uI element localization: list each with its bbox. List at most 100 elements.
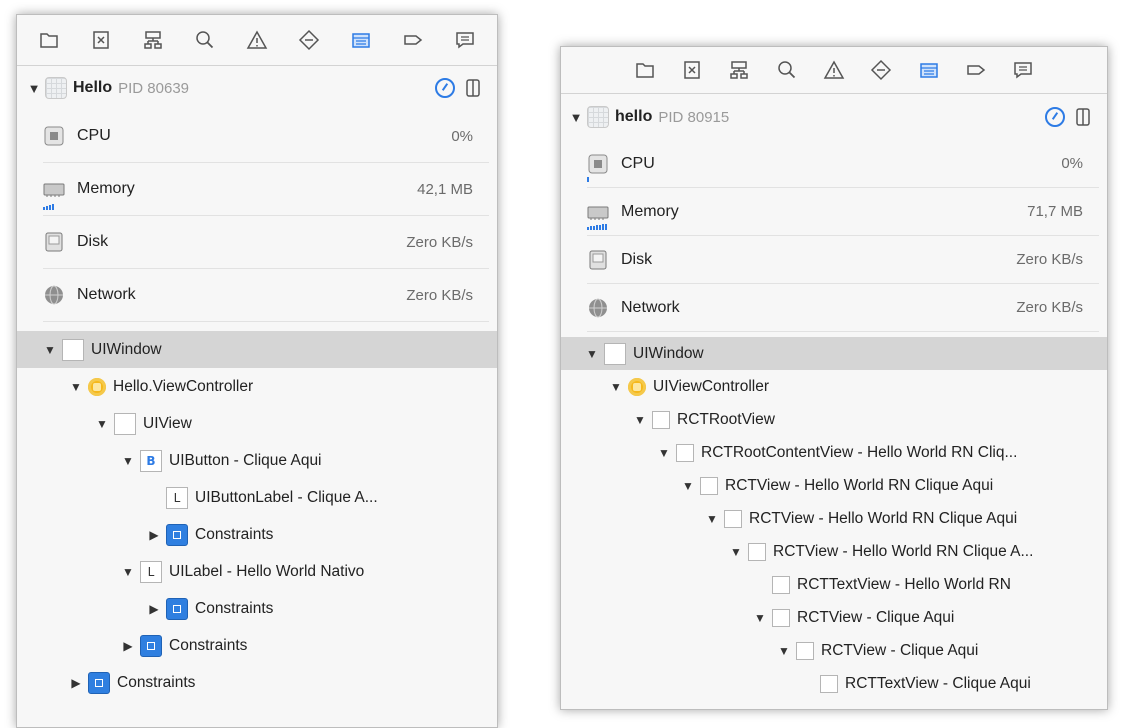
tree-node-rctview[interactable]: ▼ RCTView - Hello World RN Clique Aqui	[561, 502, 1107, 535]
metric-value: 0%	[1061, 155, 1083, 172]
constraints-icon	[166, 597, 188, 620]
xcode-file-icon[interactable]	[679, 57, 705, 83]
warning-icon[interactable]	[821, 57, 847, 83]
metric-value: Zero KB/s	[1016, 251, 1083, 268]
tree-node-label: RCTView - Hello World RN Clique Aqui	[749, 509, 1018, 527]
tree-node-constraints[interactable]: ▶ Constraints	[17, 627, 497, 664]
disclosure-triangle-expanded-icon[interactable]: ▼	[121, 565, 135, 579]
metric-value: 0%	[451, 127, 473, 145]
hierarchy-icon[interactable]	[140, 27, 166, 53]
metric-label: CPU	[77, 127, 111, 144]
process-pid: PID 80915	[658, 108, 730, 126]
metric-cpu[interactable]: CPU 0%	[43, 110, 489, 163]
tag-icon[interactable]	[963, 57, 989, 83]
tree-node-rcttextview[interactable]: ▼ RCTTextView - Clique Aqui	[561, 667, 1107, 700]
search-icon[interactable]	[192, 27, 218, 53]
tree-node-uiwindow[interactable]: ▼ UIWindow	[17, 331, 497, 368]
tree-node-uilabel[interactable]: ▼ L UILabel - Hello World Nativo	[17, 553, 497, 590]
disclosure-triangle-expanded-icon[interactable]: ▼	[609, 380, 623, 394]
disclosure-triangle-expanded-icon[interactable]: ▼	[585, 347, 599, 361]
process-name: Hello	[73, 79, 113, 96]
disclosure-triangle-collapsed-icon[interactable]: ▶	[147, 602, 161, 616]
network-globe-icon	[587, 297, 609, 319]
metric-disk[interactable]: Disk Zero KB/s	[43, 216, 489, 269]
metric-memory[interactable]: Memory 42,1 MB	[43, 163, 489, 216]
disclosure-triangle-expanded-icon[interactable]: ▼	[777, 644, 791, 658]
metric-network[interactable]: Network Zero KB/s	[587, 284, 1099, 332]
disclosure-triangle-expanded-icon[interactable]: ▼	[69, 380, 83, 394]
disclosure-triangle-expanded-icon[interactable]: ▼	[569, 110, 583, 125]
process-header[interactable]: ▼ Hello PID 80639	[17, 66, 497, 110]
folder-icon[interactable]	[632, 57, 658, 83]
disclosure-triangle-expanded-icon[interactable]: ▼	[681, 479, 695, 493]
tree-node-label: UIViewController	[653, 377, 770, 395]
xcode-file-icon[interactable]	[88, 27, 114, 53]
disclosure-triangle-expanded-icon[interactable]: ▼	[657, 446, 671, 460]
app-icon	[587, 106, 609, 128]
tree-node-rctview[interactable]: ▼ RCTView - Hello World RN Clique A...	[561, 535, 1107, 568]
tree-node-label: RCTTextView - Hello World RN	[797, 575, 1011, 593]
hierarchy-icon[interactable]	[726, 57, 752, 83]
tree-node-uibuttonlabel[interactable]: ▼ L UIButtonLabel - Clique A...	[17, 479, 497, 516]
breakpoint-icon[interactable]	[296, 27, 322, 53]
search-icon[interactable]	[774, 57, 800, 83]
cpu-icon	[43, 125, 65, 147]
metric-network[interactable]: Network Zero KB/s	[43, 269, 489, 322]
tree-node-label: RCTView - Hello World RN Clique A...	[773, 542, 1034, 560]
view-icon	[652, 410, 670, 429]
metric-cpu[interactable]: CPU 0%	[587, 140, 1099, 188]
debug-navigator-icon[interactable]	[348, 27, 374, 53]
tree-node-constraints[interactable]: ▶ Constraints	[17, 664, 497, 701]
disclosure-triangle-expanded-icon[interactable]: ▼	[753, 611, 767, 625]
tree-node-view-controller[interactable]: ▼ Hello.ViewController	[17, 368, 497, 405]
gauge-icon[interactable]	[435, 78, 455, 98]
tree-node-constraints[interactable]: ▶ Constraints	[17, 516, 497, 553]
label-icon: L	[140, 560, 162, 583]
tag-icon[interactable]	[400, 27, 426, 53]
folder-icon[interactable]	[36, 27, 62, 53]
disclosure-triangle-expanded-icon[interactable]: ▼	[729, 545, 743, 559]
metric-disk[interactable]: Disk Zero KB/s	[587, 236, 1099, 284]
view-icon	[114, 412, 136, 435]
report-icon[interactable]	[1010, 57, 1036, 83]
disclosure-triangle-expanded-icon[interactable]: ▼	[43, 343, 57, 357]
tree-node-rctview[interactable]: ▼ RCTView - Clique Aqui	[561, 634, 1107, 667]
memory-icon	[43, 178, 65, 200]
tree-node-label: RCTRootView	[677, 410, 775, 428]
metric-memory[interactable]: Memory 71,7 MB	[587, 188, 1099, 236]
tree-node-rctrootcontentview[interactable]: ▼ RCTRootContentView - Hello World RN Cl…	[561, 436, 1107, 469]
disclosure-triangle-expanded-icon[interactable]: ▼	[121, 454, 135, 468]
view-icon	[700, 476, 718, 495]
view-controller-icon	[628, 377, 646, 396]
tree-node-constraints[interactable]: ▶ Constraints	[17, 590, 497, 627]
tree-node-rcttextview[interactable]: ▼ RCTTextView - Hello World RN	[561, 568, 1107, 601]
gauge-icon[interactable]	[1045, 107, 1065, 127]
disclosure-triangle-collapsed-icon[interactable]: ▶	[121, 639, 135, 653]
tree-node-rctrootview[interactable]: ▼ RCTRootView	[561, 403, 1107, 436]
disclosure-triangle-collapsed-icon[interactable]: ▶	[69, 676, 83, 690]
tree-node-label: UIWindow	[91, 340, 162, 358]
disclosure-triangle-expanded-icon[interactable]: ▼	[95, 417, 109, 431]
disclosure-triangle-expanded-icon[interactable]: ▼	[633, 413, 647, 427]
report-icon[interactable]	[452, 27, 478, 53]
view-icon	[604, 342, 626, 365]
tree-node-rctview[interactable]: ▼ RCTView - Hello World RN Clique Aqui	[561, 469, 1107, 502]
tree-node-uiwindow[interactable]: ▼ UIWindow	[561, 337, 1107, 370]
device-icon[interactable]	[465, 78, 481, 98]
tree-node-view-controller[interactable]: ▼ UIViewController	[561, 370, 1107, 403]
tree-node-rctview[interactable]: ▼ RCTView - Clique Aqui	[561, 601, 1107, 634]
disclosure-triangle-collapsed-icon[interactable]: ▶	[147, 528, 161, 542]
debug-navigator-icon[interactable]	[916, 57, 942, 83]
tree-node-uiview[interactable]: ▼ UIView	[17, 405, 497, 442]
constraints-icon	[88, 671, 110, 694]
warning-icon[interactable]	[244, 27, 270, 53]
breakpoint-icon[interactable]	[868, 57, 894, 83]
device-icon[interactable]	[1075, 107, 1091, 127]
process-header[interactable]: ▼ hello PID 80915	[561, 94, 1107, 140]
disk-icon	[43, 231, 65, 253]
tree-node-uibutton[interactable]: ▼ B UIButton - Clique Aqui	[17, 442, 497, 479]
disclosure-triangle-expanded-icon[interactable]: ▼	[27, 81, 41, 96]
debug-navigator-right: ▼ hello PID 80915 CPU 0% Memory 71,7 MB …	[560, 46, 1108, 710]
disclosure-triangle-expanded-icon[interactable]: ▼	[705, 512, 719, 526]
tree-node-label: Hello.ViewController	[113, 377, 254, 395]
